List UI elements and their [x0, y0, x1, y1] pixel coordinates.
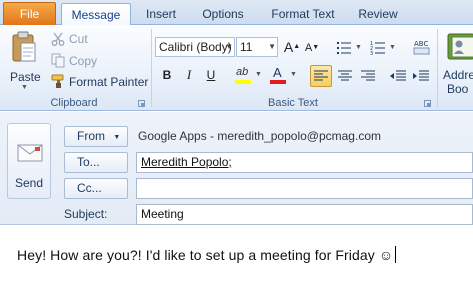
font-size-value: 11: [240, 40, 253, 54]
address-book-button[interactable]: Addre Boo: [441, 29, 473, 93]
tab-format-text[interactable]: Format Text: [263, 3, 343, 25]
decrease-indent-button[interactable]: [388, 66, 408, 86]
italic-button[interactable]: I: [179, 65, 199, 85]
message-body-text: Hey! How are you?! I'd like to set up a …: [17, 246, 397, 263]
grow-font-icon: A: [283, 39, 294, 55]
cc-button[interactable]: Cc...: [64, 178, 128, 199]
align-left-icon: [314, 70, 328, 81]
increase-indent-icon: [413, 70, 429, 81]
bullets-button[interactable]: ▼: [334, 38, 364, 58]
tab-message[interactable]: Message: [61, 3, 131, 26]
copy-icon: [51, 53, 65, 68]
numbering-button[interactable]: 1 2 3 ▼: [368, 38, 398, 58]
shrink-font-button[interactable]: A▼: [302, 38, 322, 58]
subject-label: Subject:: [64, 207, 108, 221]
highlight-dropdown-icon[interactable]: ▼: [255, 71, 262, 78]
highlight-color-button[interactable]: ab ▼: [233, 65, 265, 87]
to-button[interactable]: To...: [64, 152, 128, 173]
font-name-dropdown-icon[interactable]: ▼: [225, 38, 233, 56]
align-left-button[interactable]: [310, 65, 332, 87]
align-right-icon: [361, 70, 375, 81]
format-painter-button[interactable]: Format Painter: [49, 73, 149, 91]
paste-dropdown-icon: ▼: [21, 84, 28, 91]
subject-field[interactable]: Meeting: [136, 204, 473, 225]
font-color-dropdown-icon[interactable]: ▼: [290, 71, 297, 78]
numbered-list-icon: 1 2 3: [370, 41, 385, 55]
increase-indent-button[interactable]: [411, 66, 431, 86]
to-recipient[interactable]: Meredith Popolo;: [141, 155, 232, 169]
highlight-icon: ab: [236, 66, 249, 78]
basic-text-group-label: Basic Text: [268, 97, 318, 109]
clipboard-group-label: Clipboard: [50, 97, 98, 109]
tab-options[interactable]: Options: [194, 3, 252, 25]
svg-text:ABC: ABC: [414, 40, 428, 48]
copy-label: Copy: [69, 54, 98, 68]
clipboard-dialog-launcher[interactable]: [138, 100, 145, 107]
font-size-dropdown-icon[interactable]: ▼: [268, 38, 276, 56]
grow-font-button[interactable]: A▲: [282, 37, 302, 57]
tab-insert[interactable]: Insert: [136, 3, 186, 25]
bold-button[interactable]: B: [157, 65, 177, 85]
from-dropdown-icon: ▼: [113, 134, 121, 141]
highlight-color-swatch: [235, 80, 251, 84]
tab-file[interactable]: File: [3, 2, 56, 25]
address-book-label-line2: Boo: [447, 82, 469, 93]
address-book-label-line1: Addre: [443, 68, 473, 82]
format-painter-label: Format Painter: [69, 75, 149, 89]
from-account: Google Apps - meredith_popolo@pcmag.com: [138, 129, 381, 143]
basic-text-dialog-launcher[interactable]: [424, 100, 431, 107]
message-header-panel: Send From ▼ Google Apps - meredith_popol…: [0, 112, 473, 225]
font-size-combo[interactable]: 11 ▼: [236, 37, 278, 57]
font-color-swatch: [270, 80, 286, 84]
font-color-button[interactable]: A ▼: [268, 65, 300, 87]
ribbon: Paste ▼ Cut Copy Format Painter Clipboar…: [0, 25, 473, 111]
bullets-dropdown-icon[interactable]: ▼: [355, 44, 362, 51]
body-text-content: Hey! How are you?! I'd like to set up a …: [17, 247, 394, 263]
font-name-value: Calibri (Body): [159, 40, 232, 54]
send-button[interactable]: Send: [7, 123, 51, 199]
font-color-icon: A: [273, 65, 282, 80]
align-right-button[interactable]: [358, 66, 378, 86]
scissors-icon: [51, 32, 65, 46]
from-button[interactable]: From ▼: [64, 126, 128, 147]
paste-button[interactable]: Paste ▼: [5, 29, 43, 91]
send-label: Send: [14, 176, 44, 190]
numbering-dropdown-icon[interactable]: ▼: [389, 44, 396, 51]
font-name-combo[interactable]: Calibri (Body) ▼: [155, 37, 235, 57]
align-center-icon: [338, 70, 352, 81]
format-painter-icon: [51, 74, 64, 88]
send-envelope-icon: [17, 144, 43, 162]
group-divider: [151, 29, 152, 107]
spelling-check-icon: ABC: [413, 40, 430, 55]
to-field[interactable]: Meredith Popolo;: [136, 152, 473, 173]
copy-button[interactable]: Copy: [49, 52, 104, 70]
text-cursor: [395, 246, 397, 263]
svg-text:3: 3: [370, 51, 373, 55]
group-divider: [437, 29, 438, 107]
bullet-list-icon: [337, 42, 351, 54]
align-center-button[interactable]: [335, 66, 355, 86]
spelling-button[interactable]: ABC: [411, 36, 433, 58]
cc-field[interactable]: [136, 178, 473, 199]
cut-label: Cut: [69, 32, 88, 46]
paste-label: Paste: [10, 70, 41, 84]
ribbon-tab-bar: File Message Insert Options Format Text …: [0, 0, 473, 26]
underline-button[interactable]: U: [201, 65, 221, 85]
address-book-icon: [447, 33, 473, 60]
from-button-label: From: [77, 129, 105, 143]
decrease-indent-icon: [390, 70, 406, 81]
cut-button[interactable]: Cut: [49, 30, 99, 48]
paste-icon: [12, 31, 36, 62]
tab-review[interactable]: Review: [352, 3, 404, 25]
